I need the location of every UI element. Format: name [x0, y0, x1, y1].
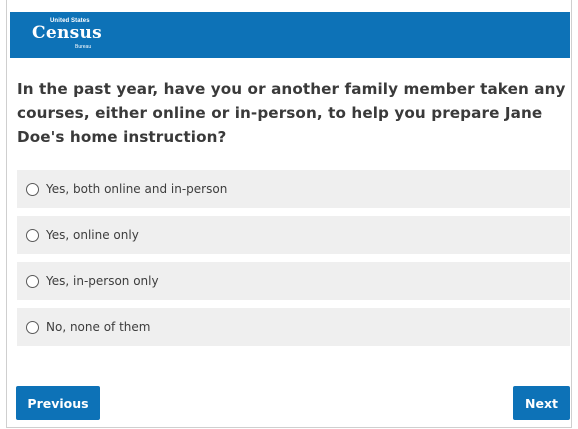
answer-options: Yes, both online and in-person Yes, onli…: [17, 170, 570, 354]
option-label: Yes, online only: [46, 228, 139, 242]
question-text: In the past year, have you or another fa…: [17, 80, 566, 146]
census-logo: United States Census Bureau: [32, 18, 102, 52]
next-button[interactable]: Next: [513, 386, 570, 420]
option-label: Yes, both online and in-person: [46, 182, 228, 196]
census-header-bar: United States Census Bureau: [10, 12, 570, 58]
radio-icon[interactable]: [26, 320, 39, 334]
radio-icon[interactable]: [26, 274, 39, 288]
option-label: No, none of them: [46, 320, 151, 334]
option-none[interactable]: No, none of them: [17, 308, 570, 346]
previous-button[interactable]: Previous: [16, 386, 100, 420]
radio-icon[interactable]: [26, 228, 39, 242]
option-both-online-in-person[interactable]: Yes, both online and in-person: [17, 170, 570, 208]
option-in-person-only[interactable]: Yes, in-person only: [17, 262, 570, 300]
logo-bureau: Bureau: [75, 44, 92, 50]
option-online-only[interactable]: Yes, online only: [17, 216, 570, 254]
radio-icon[interactable]: [26, 182, 39, 196]
logo-census: Census: [32, 23, 103, 43]
option-label: Yes, in-person only: [46, 274, 159, 288]
